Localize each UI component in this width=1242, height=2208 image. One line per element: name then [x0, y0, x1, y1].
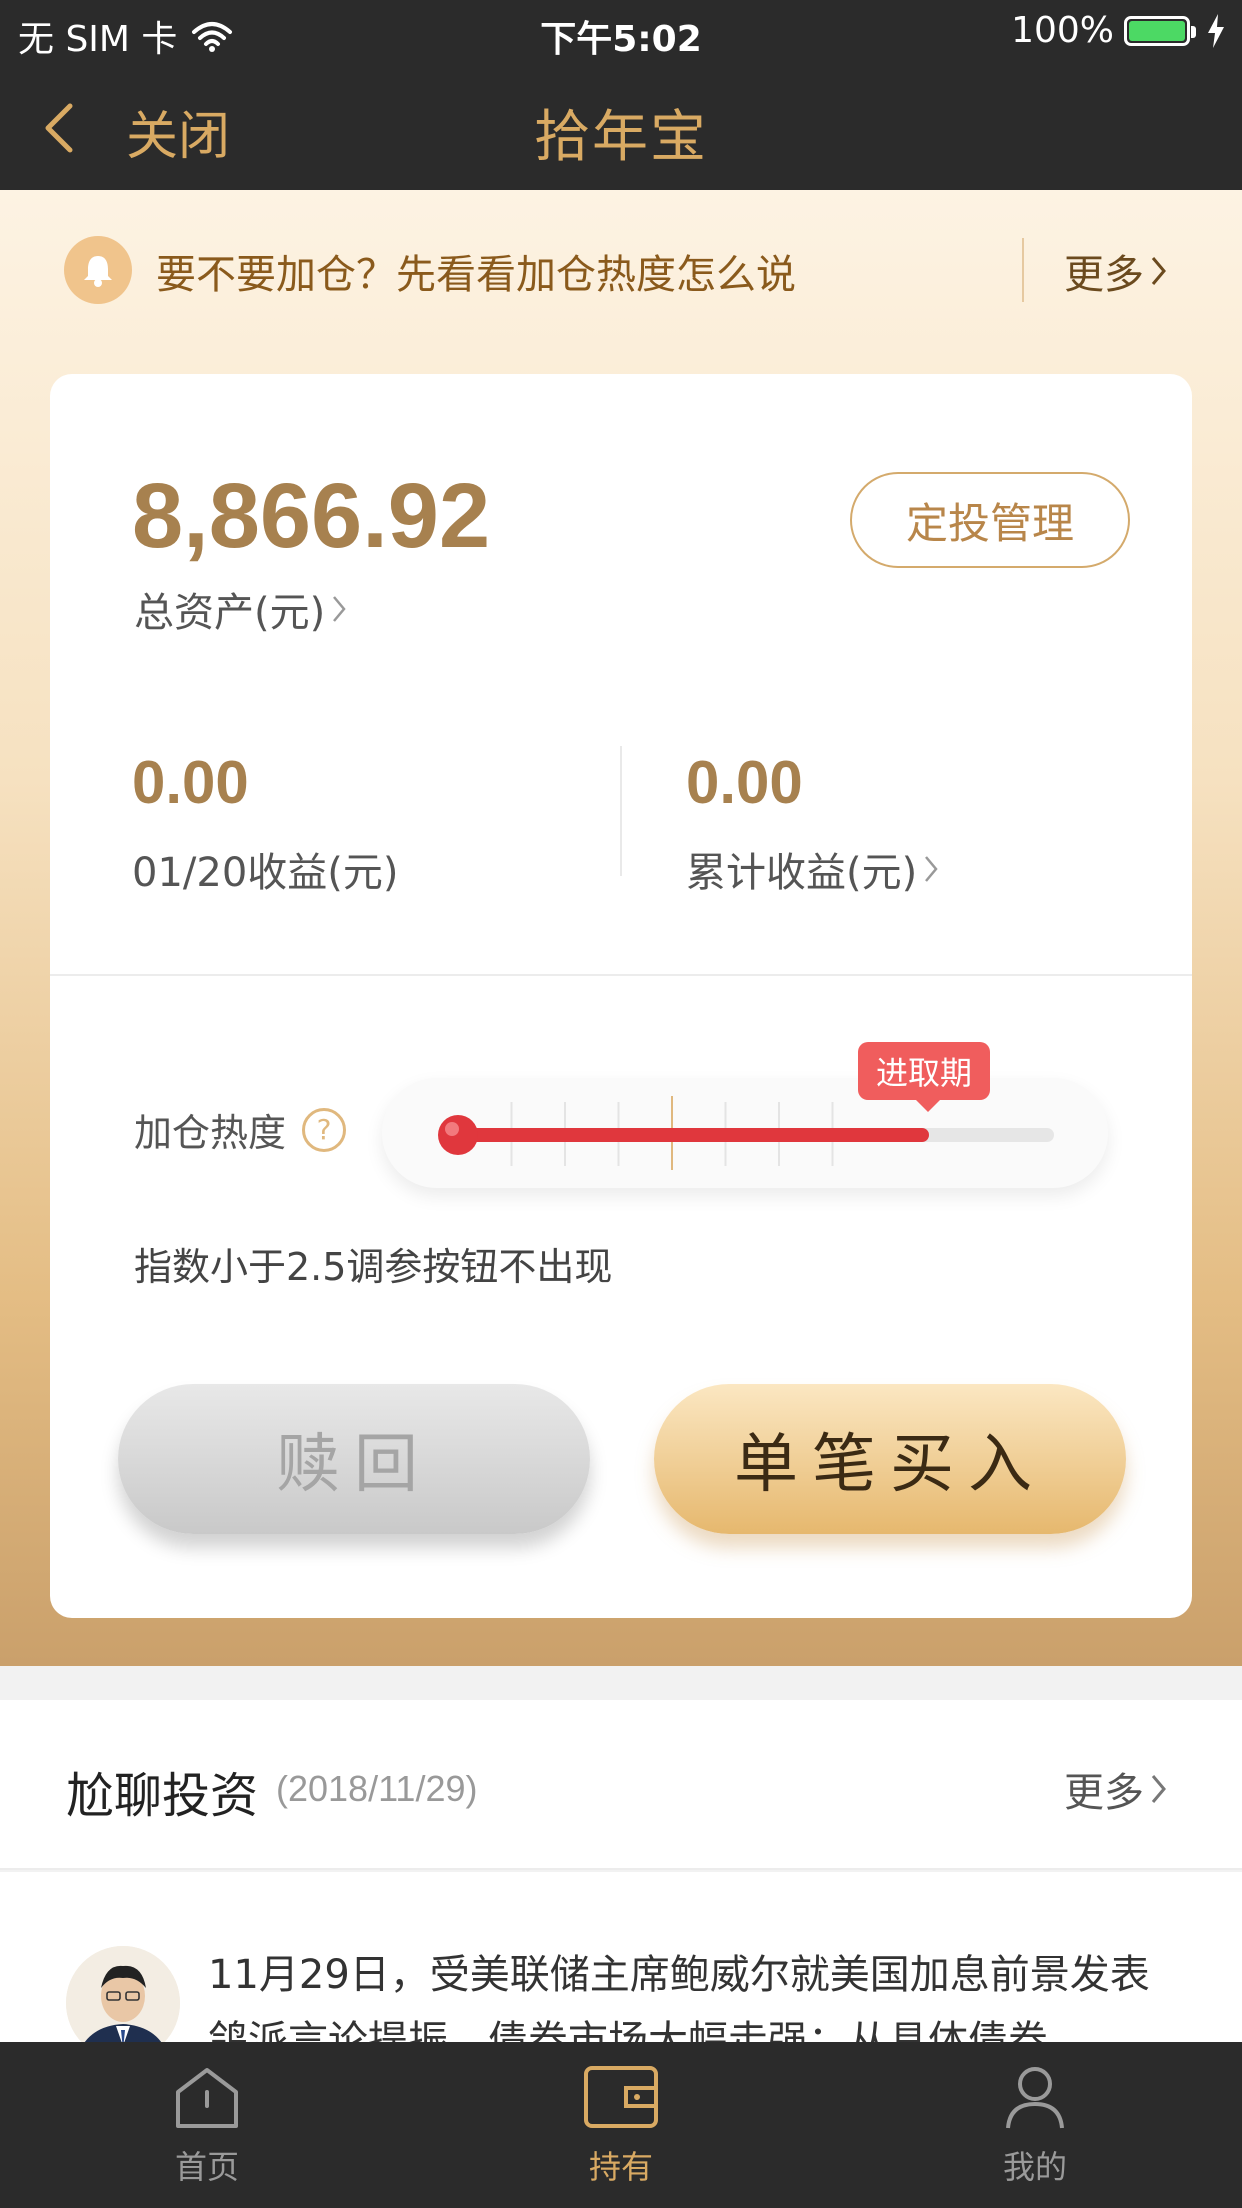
- asset-card: 8,866.92 总资产(元) 定投管理 0.00 01/20收益(元) 0.0…: [50, 374, 1192, 1618]
- total-asset-link[interactable]: 总资产(元): [134, 580, 347, 638]
- redeem-button[interactable]: 赎回: [118, 1384, 590, 1534]
- heat-level-badge: 进取期: [858, 1042, 990, 1112]
- battery-icon: [1124, 15, 1196, 46]
- tab-me[interactable]: 我的: [935, 2062, 1135, 2188]
- bell-icon: [64, 236, 132, 304]
- daily-earnings-value: 0.00: [132, 749, 249, 816]
- heat-gauge-track: [438, 1096, 1054, 1170]
- chevron-right-icon: [333, 596, 346, 622]
- chevron-right-icon: [1151, 1775, 1166, 1803]
- section-title: 尬聊投资: [66, 1768, 259, 1824]
- article-item[interactable]: 11月29日，受美联储主席鲍威尔就美国加息前景发表鸽派言论提振，债券市场大幅走强…: [0, 1872, 1242, 2042]
- wallet-icon: [584, 2066, 658, 2128]
- help-icon[interactable]: ?: [302, 1107, 347, 1152]
- heat-gauge-fill: [458, 1128, 929, 1142]
- nav-bar: 关闭 拾年宝: [0, 64, 1242, 190]
- plan-management-button[interactable]: 定投管理: [850, 472, 1130, 568]
- tab-home[interactable]: 首页: [107, 2062, 307, 2188]
- section-more-link[interactable]: 更多: [1064, 1760, 1168, 1818]
- chevron-right-icon: [925, 856, 938, 882]
- charging-bolt-icon: [1208, 13, 1224, 48]
- person-icon: [1006, 2067, 1064, 2129]
- status-bar: 无 SIM 卡 下午5:02 100%: [0, 0, 1242, 64]
- chevron-right-icon: [1151, 257, 1166, 285]
- total-asset-amount: 8,866.92: [132, 465, 491, 567]
- card-divider: [50, 974, 1192, 976]
- notice-bar[interactable]: 要不要加仓？先看看加仓热度怎么说 更多: [0, 190, 1242, 350]
- heat-gauge: [382, 1078, 1108, 1188]
- top-bar: 无 SIM 卡 下午5:02 100% 关闭 拾年宝: [0, 0, 1242, 190]
- heat-hint-text: 指数小于2.5调参按钮不出现: [134, 1245, 613, 1289]
- buy-once-button[interactable]: 单笔买入: [654, 1384, 1126, 1534]
- heat-label-row: 加仓热度 ?: [134, 1102, 347, 1157]
- article-text: 11月29日，受美联储主席鲍威尔就美国加息前景发表鸽派言论提振，债券市场大幅走强…: [208, 1952, 1150, 2042]
- avatar: [66, 1946, 180, 2042]
- chat-invest-header: 尬聊投资 (2018/11/29) 更多: [0, 1700, 1242, 1870]
- tab-bar: 首页 持有 我的: [0, 2042, 1242, 2208]
- notice-more-link[interactable]: 更多: [1064, 242, 1168, 300]
- home-icon: [176, 2068, 238, 2128]
- section-date: (2018/11/29): [276, 1768, 478, 1809]
- earnings-divider: [620, 746, 622, 876]
- tab-holdings[interactable]: 持有: [521, 2062, 721, 2188]
- cumulative-earnings-value: 0.00: [686, 749, 803, 816]
- page-title: 拾年宝: [534, 105, 708, 170]
- notice-text[interactable]: 要不要加仓？先看看加仓热度怎么说: [156, 242, 796, 300]
- heat-label: 加仓热度: [134, 1111, 287, 1155]
- holdings-panel: 要不要加仓？先看看加仓热度怎么说 更多 8,866.92 总资产(元) 定投管理…: [0, 190, 1242, 1666]
- daily-earnings-label: 01/20收益(元): [132, 850, 399, 896]
- battery-percent: 100%: [1011, 10, 1114, 51]
- notice-divider: [1022, 238, 1024, 302]
- cumulative-earnings-link[interactable]: 累计收益(元): [686, 840, 939, 898]
